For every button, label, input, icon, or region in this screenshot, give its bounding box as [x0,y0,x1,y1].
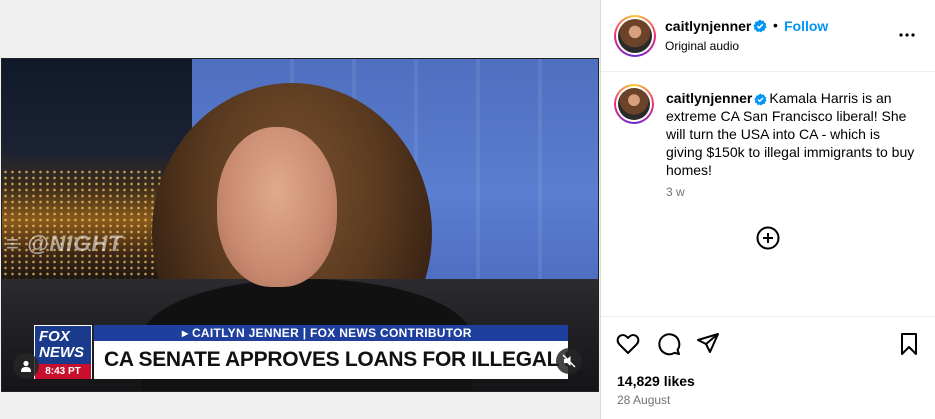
verified-badge-icon [753,19,767,33]
like-count[interactable]: 14,829 likes [617,373,695,389]
contributor-ticker: ▸ CAITLYN JENNER | FOX NEWS CONTRIBUTOR [94,325,568,341]
fox-logo-top: FOX [39,328,70,345]
share-icon[interactable] [695,331,721,357]
more-options-icon[interactable] [897,25,917,45]
follow-button[interactable]: Follow [784,18,828,34]
caption-section: caitlynjenner Kamala Harris is an extrem… [601,72,935,316]
mute-toggle-button[interactable] [556,348,582,374]
verified-badge-icon [754,93,767,106]
video-player[interactable]: ≡ @NIGHT FOX NEWS 8:43 PT ▸ CAITLYN JENN… [1,58,599,392]
author-username[interactable]: caitlynjenner [665,18,751,34]
original-audio-link[interactable]: Original audio [665,39,739,53]
bookmark-icon[interactable] [896,331,922,357]
user-icon [21,360,31,372]
broadcast-time: 8:43 PT [35,364,91,379]
author-avatar[interactable] [614,15,656,57]
heart-icon[interactable] [615,331,641,357]
caption-author-avatar[interactable] [614,84,654,124]
presenter-face [217,127,337,287]
comment-icon[interactable] [656,331,682,357]
post-date[interactable]: 28 August [617,393,670,407]
news-lower-third: FOX NEWS 8:43 PT ▸ CAITLYN JENNER | FOX … [34,325,568,383]
post-header: caitlynjenner • Follow Original audio [601,0,935,72]
post-actions: 14,829 likes 28 August [601,316,935,419]
media-column: ≡ @NIGHT FOX NEWS 8:43 PT ▸ CAITLYN JENN… [0,0,600,419]
fox-logo-bottom: NEWS [39,344,84,361]
news-headline: CA SENATE APPROVES LOANS FOR ILLEGAL MIG… [94,341,568,379]
caption-username[interactable]: caitlynjenner [666,90,752,106]
night-show-logo: ≡ @NIGHT [6,231,123,256]
fox-news-logo: FOX NEWS 8:43 PT [34,325,92,379]
post-details-panel: caitlynjenner • Follow Original audio ca… [600,0,935,419]
header-separator: • [773,17,778,33]
post-time-ago[interactable]: 3 w [666,185,685,199]
post-caption: caitlynjenner Kamala Harris is an extrem… [666,89,916,179]
tagged-users-button[interactable] [13,353,39,379]
muted-speaker-icon [562,354,576,368]
add-comment-circle-icon[interactable] [755,225,781,251]
